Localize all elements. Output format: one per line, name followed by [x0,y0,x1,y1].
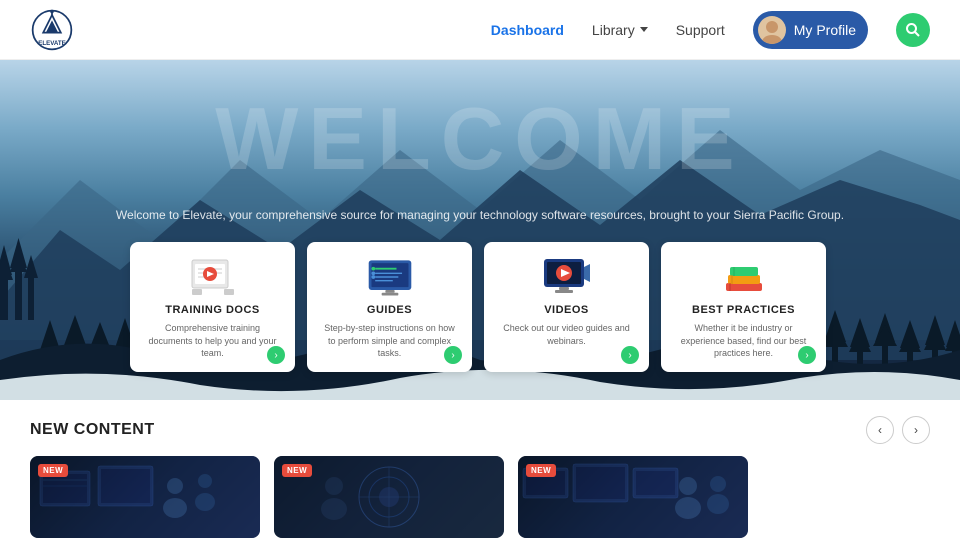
feature-cards: TRAINING DOCS Comprehensive training doc… [130,242,830,372]
card-best-practices-title: BEST PRACTICES [675,304,812,316]
card-best-practices-desc: Whether it be industry or experience bas… [675,322,812,360]
nav-dashboard[interactable]: Dashboard [491,22,564,38]
card-guides-title: GUIDES [321,304,458,316]
carousel-controls: ‹ › [866,416,930,444]
hero-section: WELCOME Welcome to Elevate, your compreh… [0,60,960,400]
new-content-header: NEW CONTENT ‹ › [30,416,930,444]
card-guides-desc: Step-by-step instructions on how to perf… [321,322,458,360]
search-button[interactable] [896,13,930,47]
card-best-practices[interactable]: BEST PRACTICES Whether it be industry or… [661,242,826,372]
card-videos[interactable]: VIDEOS Check out our video guides and we… [484,242,649,372]
card-best-practices-arrow[interactable]: › [798,346,816,364]
card-guides-arrow[interactable]: › [444,346,462,364]
card-training-docs[interactable]: TRAINING DOCS Comprehensive training doc… [130,242,295,372]
best-practices-icon [719,258,769,296]
new-content-title: NEW CONTENT [30,421,155,439]
svg-text:ELEVATE: ELEVATE [38,39,65,46]
avatar [758,16,786,44]
new-badge-3: NEW [526,464,556,477]
card-training-docs-title: TRAINING DOCS [144,304,281,316]
card-videos-title: VIDEOS [498,304,635,316]
card-training-docs-arrow[interactable]: › [267,346,285,364]
search-icon [905,22,921,38]
card-videos-desc: Check out our video guides and webinars. [498,322,635,347]
hero-subtitle: Welcome to Elevate, your comprehensive s… [0,208,960,222]
carousel-next-button[interactable]: › [902,416,930,444]
nav-library[interactable]: Library [592,22,648,38]
logo[interactable]: ELEVATE [30,8,74,52]
profile-label: My Profile [794,22,856,38]
new-badge-2: NEW [282,464,312,477]
training-docs-icon [188,258,238,296]
guides-icon [365,258,415,296]
new-badge-1: NEW [38,464,68,477]
nav-support[interactable]: Support [676,22,725,38]
header: ELEVATE Dashboard Library Support My Pro… [0,0,960,60]
card-guides[interactable]: GUIDES Step-by-step instructions on how … [307,242,472,372]
card-videos-arrow[interactable]: › [621,346,639,364]
carousel-prev-button[interactable]: ‹ [866,416,894,444]
card-training-docs-desc: Comprehensive training documents to help… [144,322,281,360]
logo-icon: ELEVATE [30,8,74,52]
nav: Dashboard Library Support My Profile [491,11,930,49]
profile-button[interactable]: My Profile [753,11,868,49]
library-chevron-icon [640,27,648,32]
videos-icon [542,258,592,296]
